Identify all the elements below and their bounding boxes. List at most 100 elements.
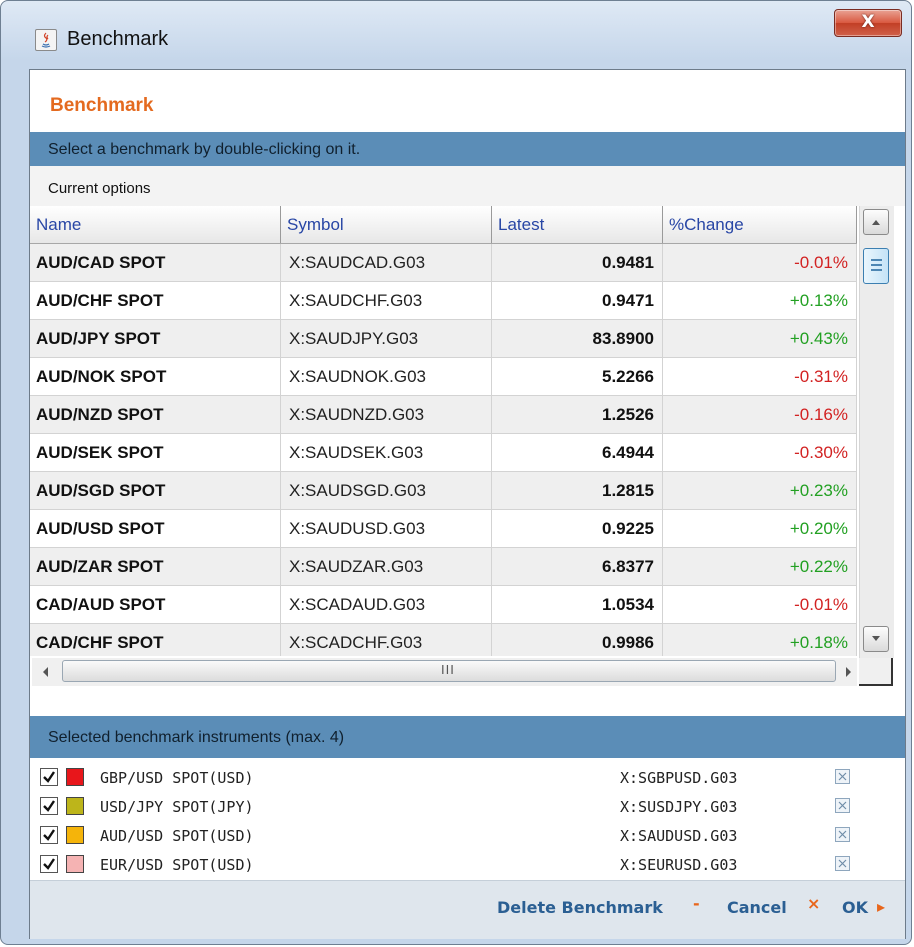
table-row[interactable]: AUD/NZD SPOT X:SAUDNZD.G03 1.2526 -0.16%	[30, 396, 857, 434]
selected-instrument-row: AUD/USD SPOT(USD) X:SAUDUSD.G03	[40, 822, 870, 851]
cell-latest: 0.9481	[492, 244, 663, 281]
selected-instruments-list: GBP/USD SPOT(USD) X:SGBPUSD.G03 USD/JPY SP…	[30, 758, 905, 880]
remove-instrument-button[interactable]	[835, 827, 850, 842]
instrument-symbol: X:SUSDJPY.G03	[620, 798, 738, 816]
title-bar[interactable]: Benchmark X	[1, 1, 911, 61]
cell-name: AUD/JPY SPOT	[30, 320, 281, 357]
scroll-down-button[interactable]	[863, 626, 889, 652]
arrow-left-icon[interactable]	[38, 664, 54, 680]
table-row[interactable]: AUD/ZAR SPOT X:SAUDZAR.G03 6.8377 +0.22%	[30, 548, 857, 586]
dialog-footer: Delete Benchmark - Cancel × OK ▸	[30, 880, 905, 939]
table-row[interactable]: AUD/NOK SPOT X:SAUDNOK.G03 5.2266 -0.31%	[30, 358, 857, 396]
cell-latest: 5.2266	[492, 358, 663, 395]
ok-button[interactable]: OK ▸	[842, 897, 885, 917]
table-row[interactable]: CAD/CHF SPOT X:SCADCHF.G03 0.9986 +0.18%	[30, 624, 857, 656]
column-header-change[interactable]: %Change	[663, 206, 857, 243]
cell-change: +0.23%	[663, 472, 857, 509]
remove-icon	[838, 830, 847, 839]
arrow-right-icon[interactable]	[840, 664, 856, 680]
cell-name: AUD/NZD SPOT	[30, 396, 281, 433]
color-swatch[interactable]	[66, 855, 84, 873]
instrument-checkbox[interactable]	[40, 855, 58, 873]
table-header: Name Symbol Latest %Change	[30, 206, 857, 244]
table-row[interactable]: AUD/JPY SPOT X:SAUDJPY.G03 83.8900 +0.43%	[30, 320, 857, 358]
table-row[interactable]: AUD/CAD SPOT X:SAUDCAD.G03 0.9481 -0.01%	[30, 244, 857, 282]
table-row[interactable]: AUD/USD SPOT X:SAUDUSD.G03 0.9225 +0.20%	[30, 510, 857, 548]
scroll-corner	[859, 658, 893, 686]
remove-icon	[838, 801, 847, 810]
horizontal-scrollbar[interactable]: III	[32, 658, 857, 686]
remove-instrument-button[interactable]	[835, 798, 850, 813]
remove-icon	[838, 859, 847, 868]
cell-latest: 1.2815	[492, 472, 663, 509]
cell-latest: 6.4944	[492, 434, 663, 471]
cell-change: +0.43%	[663, 320, 857, 357]
delete-benchmark-button[interactable]: Delete Benchmark -	[497, 894, 700, 917]
java-app-icon	[35, 29, 57, 51]
cell-name: AUD/USD SPOT	[30, 510, 281, 547]
instrument-label: USD/JPY SPOT(JPY)	[100, 798, 254, 816]
selected-instrument-row: GBP/USD SPOT(USD) X:SGBPUSD.G03	[40, 764, 870, 793]
cell-name: AUD/CHF SPOT	[30, 282, 281, 319]
close-button[interactable]: X	[834, 9, 902, 37]
close-x-icon: ×	[807, 894, 821, 913]
remove-icon	[838, 772, 847, 781]
checkmark-icon	[43, 858, 55, 870]
cell-change: +0.18%	[663, 624, 857, 656]
cancel-button[interactable]: Cancel ×	[727, 894, 820, 917]
instruction-bar: Select a benchmark by double-clicking on…	[30, 132, 905, 166]
instrument-symbol: X:SAUDUSD.G03	[620, 827, 738, 845]
instrument-label: AUD/USD SPOT(USD)	[100, 827, 254, 845]
vertical-scroll-thumb[interactable]	[863, 248, 889, 284]
instrument-symbol: X:SEURUSD.G03	[620, 856, 738, 874]
color-swatch[interactable]	[66, 768, 84, 786]
instrument-label: EUR/USD SPOT(USD)	[100, 856, 254, 874]
cell-latest: 1.2526	[492, 396, 663, 433]
instrument-checkbox[interactable]	[40, 768, 58, 786]
horizontal-scroll-thumb[interactable]: III	[62, 660, 836, 682]
dialog-heading: Benchmark	[50, 95, 154, 116]
minus-icon: -	[693, 894, 700, 913]
cell-latest: 0.9225	[492, 510, 663, 547]
checkmark-icon	[43, 771, 55, 783]
column-header-symbol[interactable]: Symbol	[281, 206, 492, 243]
table-row[interactable]: AUD/SEK SPOT X:SAUDSEK.G03 6.4944 -0.30%	[30, 434, 857, 472]
checkmark-icon	[43, 829, 55, 841]
cell-name: AUD/SGD SPOT	[30, 472, 281, 509]
current-options-header: Current options	[30, 166, 905, 206]
cell-symbol: X:SAUDZAR.G03	[281, 548, 492, 585]
vertical-scrollbar[interactable]	[859, 206, 894, 658]
current-options-label: Current options	[48, 180, 151, 197]
cell-symbol: X:SAUDJPY.G03	[281, 320, 492, 357]
table-row[interactable]: AUD/CHF SPOT X:SAUDCHF.G03 0.9471 +0.13%	[30, 282, 857, 320]
instrument-checkbox[interactable]	[40, 797, 58, 815]
instrument-checkbox[interactable]	[40, 826, 58, 844]
instruction-text: Select a benchmark by double-clicking on…	[48, 141, 361, 158]
selected-instrument-row: EUR/USD SPOT(USD) X:SEURUSD.G03	[40, 851, 870, 880]
cell-symbol: X:SAUDUSD.G03	[281, 510, 492, 547]
cell-latest: 1.0534	[492, 586, 663, 623]
play-arrow-icon: ▸	[877, 897, 886, 916]
cell-symbol: X:SAUDSEK.G03	[281, 434, 492, 471]
column-header-name[interactable]: Name	[30, 206, 281, 243]
cell-latest: 83.8900	[492, 320, 663, 357]
scroll-up-button[interactable]	[863, 209, 889, 235]
instrument-label: GBP/USD SPOT(USD)	[100, 769, 254, 787]
cell-change: -0.16%	[663, 396, 857, 433]
color-swatch[interactable]	[66, 826, 84, 844]
close-icon: X	[861, 12, 875, 32]
cell-latest: 0.9471	[492, 282, 663, 319]
table-row[interactable]: CAD/AUD SPOT X:SCADAUD.G03 1.0534 -0.01%	[30, 586, 857, 624]
benchmark-table[interactable]: Name Symbol Latest %Change AUD/CAD SPOT X…	[30, 206, 857, 656]
arrow-up-icon	[872, 220, 880, 225]
cell-symbol: X:SAUDNZD.G03	[281, 396, 492, 433]
color-swatch[interactable]	[66, 797, 84, 815]
column-header-latest[interactable]: Latest	[492, 206, 663, 243]
cell-change: -0.30%	[663, 434, 857, 471]
table-row[interactable]: AUD/SGD SPOT X:SAUDSGD.G03 1.2815 +0.23%	[30, 472, 857, 510]
cell-name: AUD/SEK SPOT	[30, 434, 281, 471]
remove-instrument-button[interactable]	[835, 856, 850, 871]
remove-instrument-button[interactable]	[835, 769, 850, 784]
cell-name: CAD/CHF SPOT	[30, 624, 281, 656]
selected-instruments-bar: Selected benchmark instruments (max. 4)	[30, 716, 905, 758]
